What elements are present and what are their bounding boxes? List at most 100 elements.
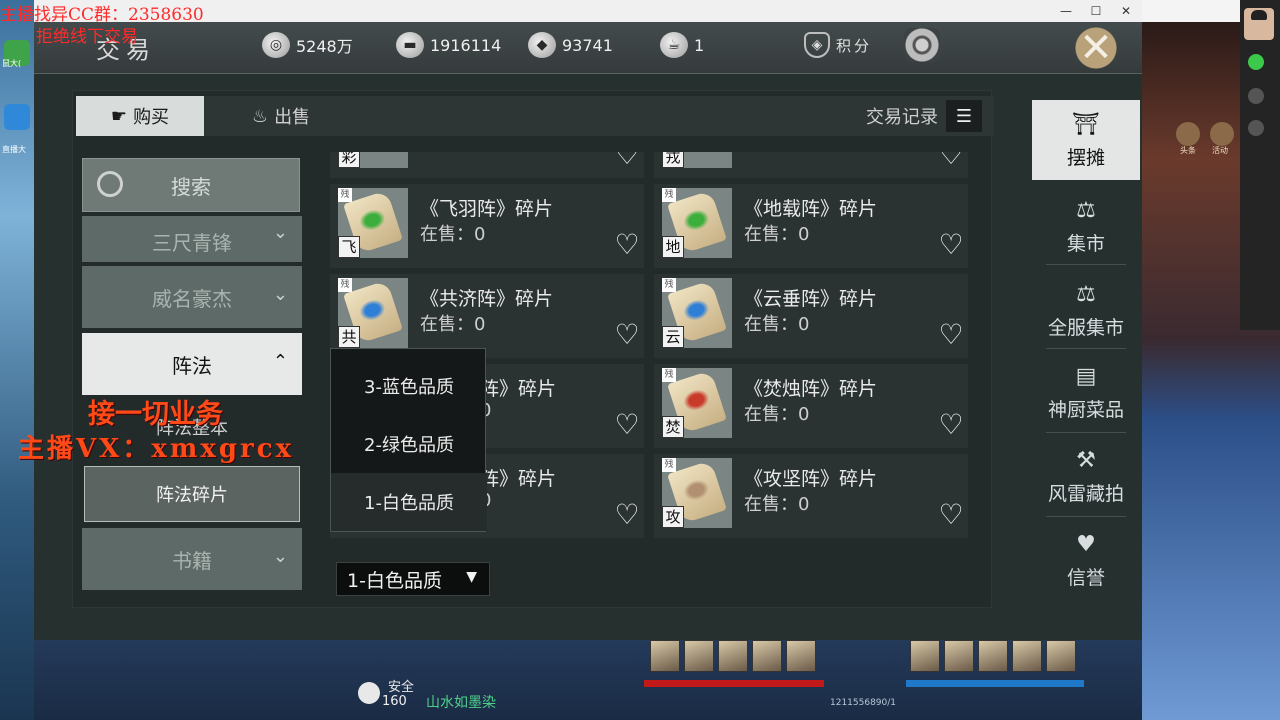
item-name: 阵》碎片 bbox=[480, 468, 557, 490]
contacts-icon[interactable] bbox=[1248, 88, 1264, 104]
list-icon[interactable]: ☰ bbox=[946, 100, 982, 132]
health-bar bbox=[644, 680, 824, 687]
item-badge: 戎 bbox=[662, 152, 684, 168]
quality-select[interactable]: 1-白色品质 ▼ bbox=[336, 562, 490, 596]
item-name: 《飞羽阵》碎片 bbox=[420, 198, 554, 220]
cube-icon[interactable] bbox=[1248, 120, 1264, 136]
points-button[interactable]: ◈ 积分 bbox=[804, 30, 872, 60]
divider bbox=[1046, 264, 1126, 265]
heart-icon[interactable]: ♡ bbox=[936, 320, 966, 350]
item-card[interactable]: 残 攻 《攻坚阵》碎片 在售：0 ♡ bbox=[654, 454, 968, 538]
heart-icon[interactable]: ♡ bbox=[612, 410, 642, 440]
category-label: 书籍 bbox=[172, 548, 212, 573]
nav-stall[interactable]: ⛩ 摆摊 bbox=[1032, 100, 1140, 180]
category-formation[interactable]: 阵法 ⌃ bbox=[82, 333, 302, 395]
item-card[interactable]: 残 飞 《飞羽阵》碎片 在售：0 ♡ bbox=[330, 184, 644, 268]
skill-slot[interactable] bbox=[978, 640, 1008, 672]
item-thumbnail: 残 攻 bbox=[662, 458, 732, 528]
category-label: 威名豪杰 bbox=[152, 286, 232, 311]
item-badge: 飞 bbox=[338, 236, 360, 258]
news-icon[interactable] bbox=[1176, 122, 1200, 146]
currency-tea: ☕ 1 bbox=[660, 30, 704, 60]
category-books[interactable]: 书籍 ⌄ bbox=[82, 528, 302, 590]
heart-icon[interactable]: ♡ bbox=[612, 152, 642, 170]
category-sword[interactable]: 三尺青锋 ⌄ bbox=[82, 216, 302, 262]
divider bbox=[1046, 432, 1126, 433]
heart-icon[interactable]: ♡ bbox=[936, 152, 966, 170]
item-badge: 攻 bbox=[662, 506, 684, 528]
item-card[interactable]: 残 共 《共济阵》碎片 在售：0 ♡ bbox=[330, 274, 644, 358]
subcategory-formation-fragment[interactable]: 阵法碎片 bbox=[84, 466, 300, 522]
search-button[interactable]: 搜索 bbox=[82, 158, 300, 212]
kitchen-icon: ▤ bbox=[1075, 363, 1097, 389]
gear-icon[interactable] bbox=[904, 28, 940, 62]
gavel-icon: ⚒ bbox=[1076, 447, 1096, 473]
skill-slot[interactable] bbox=[684, 640, 714, 672]
tab-sell[interactable]: ♨ 出售 bbox=[226, 96, 336, 136]
tab-buy[interactable]: ☛ 购买 bbox=[76, 96, 204, 136]
scale-icon: ⚖ bbox=[1076, 197, 1096, 223]
panel-header: 交易 ◎ 5248万 ▬ 1916114 ◆ 93741 ☕ 1 ◈ 积分 ✕ bbox=[34, 16, 1142, 80]
nav-market[interactable]: ⚖ 集市 bbox=[1032, 186, 1140, 266]
nav-label: 全服集市 bbox=[1047, 316, 1124, 339]
skill-slot[interactable] bbox=[752, 640, 782, 672]
activity-icon[interactable] bbox=[1210, 122, 1234, 146]
item-stock: 在售：0 bbox=[744, 314, 810, 335]
divider bbox=[1046, 348, 1126, 349]
currency-ticket: ◆ 93741 bbox=[528, 30, 613, 60]
player-level: 160 bbox=[382, 694, 407, 709]
heart-icon[interactable]: ♡ bbox=[936, 230, 966, 260]
ticket-icon: ◆ bbox=[528, 32, 556, 58]
subcategory-label: 阵法碎片 bbox=[156, 485, 228, 506]
map-name[interactable]: 山水如墨染 bbox=[426, 692, 496, 712]
item-thumbnail: 残 云 bbox=[662, 278, 732, 348]
item-card[interactable]: 残 地 《地载阵》碎片 在售：0 ♡ bbox=[654, 184, 968, 268]
quality-option-blue[interactable]: 3-蓝色品质 bbox=[331, 357, 487, 415]
nav-reputation[interactable]: ♥ 信誉 bbox=[1032, 520, 1140, 600]
skill-slot[interactable] bbox=[1046, 640, 1076, 672]
overlay-notice: 拒绝线下交易 bbox=[36, 27, 138, 47]
fragment-corner-icon: 残 bbox=[338, 278, 352, 292]
sidebar-strip bbox=[1240, 0, 1280, 330]
tab-bar: ☛ 购买 ♨ 出售 交易记录 ☰ bbox=[76, 96, 994, 136]
nav-chef-dishes[interactable]: ▤ 神厨菜品 bbox=[1032, 352, 1140, 432]
item-card[interactable]: 彩 ♡ bbox=[330, 152, 644, 178]
fragment-corner-icon: 残 bbox=[662, 188, 676, 202]
item-stock: 在售：0 bbox=[744, 494, 810, 515]
item-card[interactable]: 戎 ♡ bbox=[654, 152, 968, 178]
currency-value: 5248万 bbox=[296, 37, 353, 56]
quality-option-green[interactable]: 2-绿色品质 bbox=[331, 415, 487, 473]
close-icon[interactable]: ✕ bbox=[1064, 16, 1128, 80]
skill-slot[interactable] bbox=[910, 640, 940, 672]
skill-slot[interactable] bbox=[786, 640, 816, 672]
nav-global-market[interactable]: ⚖ 全服集市 bbox=[1032, 270, 1140, 350]
hand-icon: ☛ bbox=[110, 105, 128, 127]
nav-auction[interactable]: ⚒ 风雷藏拍 bbox=[1032, 436, 1140, 516]
skill-slot[interactable] bbox=[718, 640, 748, 672]
points-label: 积分 bbox=[836, 36, 873, 55]
search-icon bbox=[97, 171, 123, 197]
trade-history[interactable]: 交易记录 ☰ bbox=[866, 96, 982, 136]
nav-label: 信誉 bbox=[1066, 566, 1105, 589]
chevron-down-icon: ⌄ bbox=[272, 546, 288, 567]
skill-slot[interactable] bbox=[650, 640, 680, 672]
skill-slot[interactable] bbox=[1012, 640, 1042, 672]
category-heroes[interactable]: 威名豪杰 ⌄ bbox=[82, 266, 302, 328]
desktop-app-icon[interactable] bbox=[4, 104, 30, 130]
item-card[interactable]: 残 焚 《焚烛阵》碎片 在售：0 ♡ bbox=[654, 364, 968, 448]
item-card[interactable]: 残 云 《云垂阵》碎片 在售：0 ♡ bbox=[654, 274, 968, 358]
quality-option-white[interactable]: 1-白色品质 bbox=[331, 473, 487, 531]
scroll-mark bbox=[680, 206, 712, 234]
game-top-icons: 头条 活动 bbox=[1142, 118, 1240, 155]
heart-icon[interactable]: ♡ bbox=[612, 320, 642, 350]
category-label: 阵法 bbox=[172, 353, 212, 378]
skill-slot[interactable] bbox=[944, 640, 974, 672]
chat-icon[interactable] bbox=[1248, 54, 1264, 70]
heart-icon[interactable]: ♡ bbox=[936, 410, 966, 440]
heart-icon[interactable]: ♡ bbox=[612, 500, 642, 530]
heart-icon[interactable]: ♡ bbox=[936, 500, 966, 530]
tab-label: 出售 bbox=[274, 107, 311, 128]
heart-icon[interactable]: ♡ bbox=[612, 230, 642, 260]
fragment-corner-icon: 残 bbox=[338, 188, 352, 202]
scroll-mark bbox=[680, 386, 712, 414]
